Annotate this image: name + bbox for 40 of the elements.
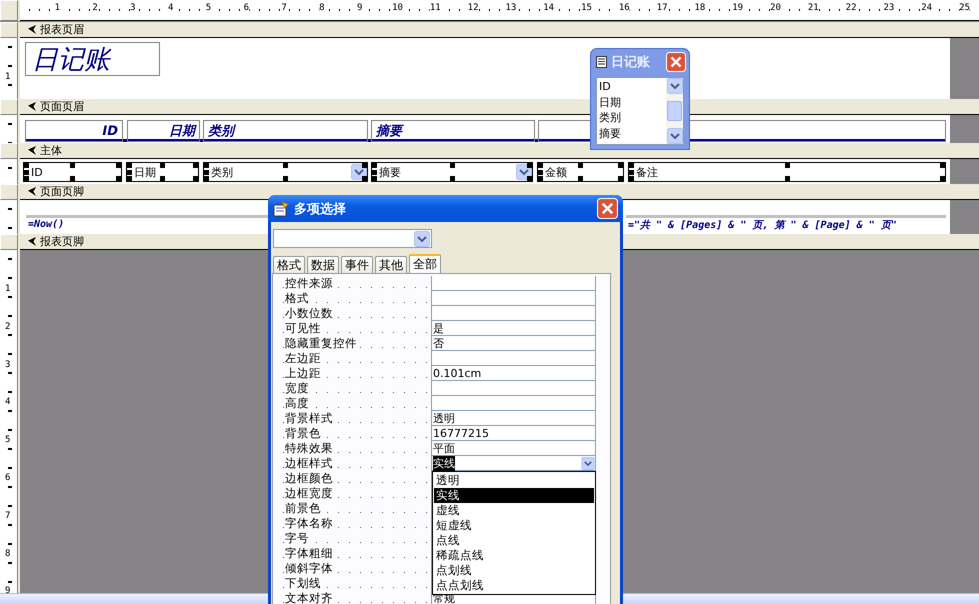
ruler-number: 24 [921, 3, 932, 13]
ruler-number: 1 [54, 3, 60, 13]
ruler-number: 7 [5, 510, 10, 521]
ruler-number: 9 [356, 3, 362, 13]
ruler-number: 20 [770, 3, 781, 13]
section-title: 页面页脚 [40, 184, 84, 199]
ruler-number: 1 [5, 72, 10, 82]
ruler-number: 3 [130, 3, 136, 13]
section-title: 页面页眉 [40, 99, 84, 114]
ruler-number: 5 [5, 435, 10, 446]
ruler-number: 15 [581, 3, 592, 13]
ruler-number: 8 [5, 548, 10, 559]
ruler-number: 13 [505, 3, 516, 13]
ruler-number: 14 [543, 3, 554, 13]
ruler-number: 6 [5, 473, 10, 483]
ruler-number: 17 [656, 3, 668, 13]
ruler-number: 19 [732, 3, 744, 13]
window-title: 多项选择 [294, 200, 347, 218]
ruler-number: 22 [846, 3, 857, 13]
ruler-number: 23 [883, 3, 894, 13]
window-title: 日记账 [611, 54, 651, 71]
ruler-number: 3 [5, 360, 10, 370]
ruler-number: 7 [281, 3, 287, 13]
ruler-number: 2 [92, 3, 98, 13]
ruler-number: 6 [244, 3, 249, 13]
ruler-number: 4 [168, 3, 174, 13]
ruler-number: 8 [319, 3, 325, 13]
ruler-number: 12 [468, 3, 479, 13]
ruler-number: 10 [392, 3, 403, 13]
ruler-number: 21 [808, 3, 819, 13]
ruler-number: 25 [959, 3, 970, 13]
ruler-number: 5 [206, 3, 212, 13]
section-title: 主体 [40, 143, 62, 158]
ruler-number: 11 [430, 3, 441, 13]
section-title: 报表页脚 [40, 234, 84, 249]
ruler-number: 16 [618, 3, 630, 13]
section-title: 报表页眉 [40, 22, 84, 37]
ruler-number: 1 [5, 284, 10, 294]
ruler-number: 2 [5, 322, 10, 332]
ruler-number: 18 [694, 3, 706, 13]
